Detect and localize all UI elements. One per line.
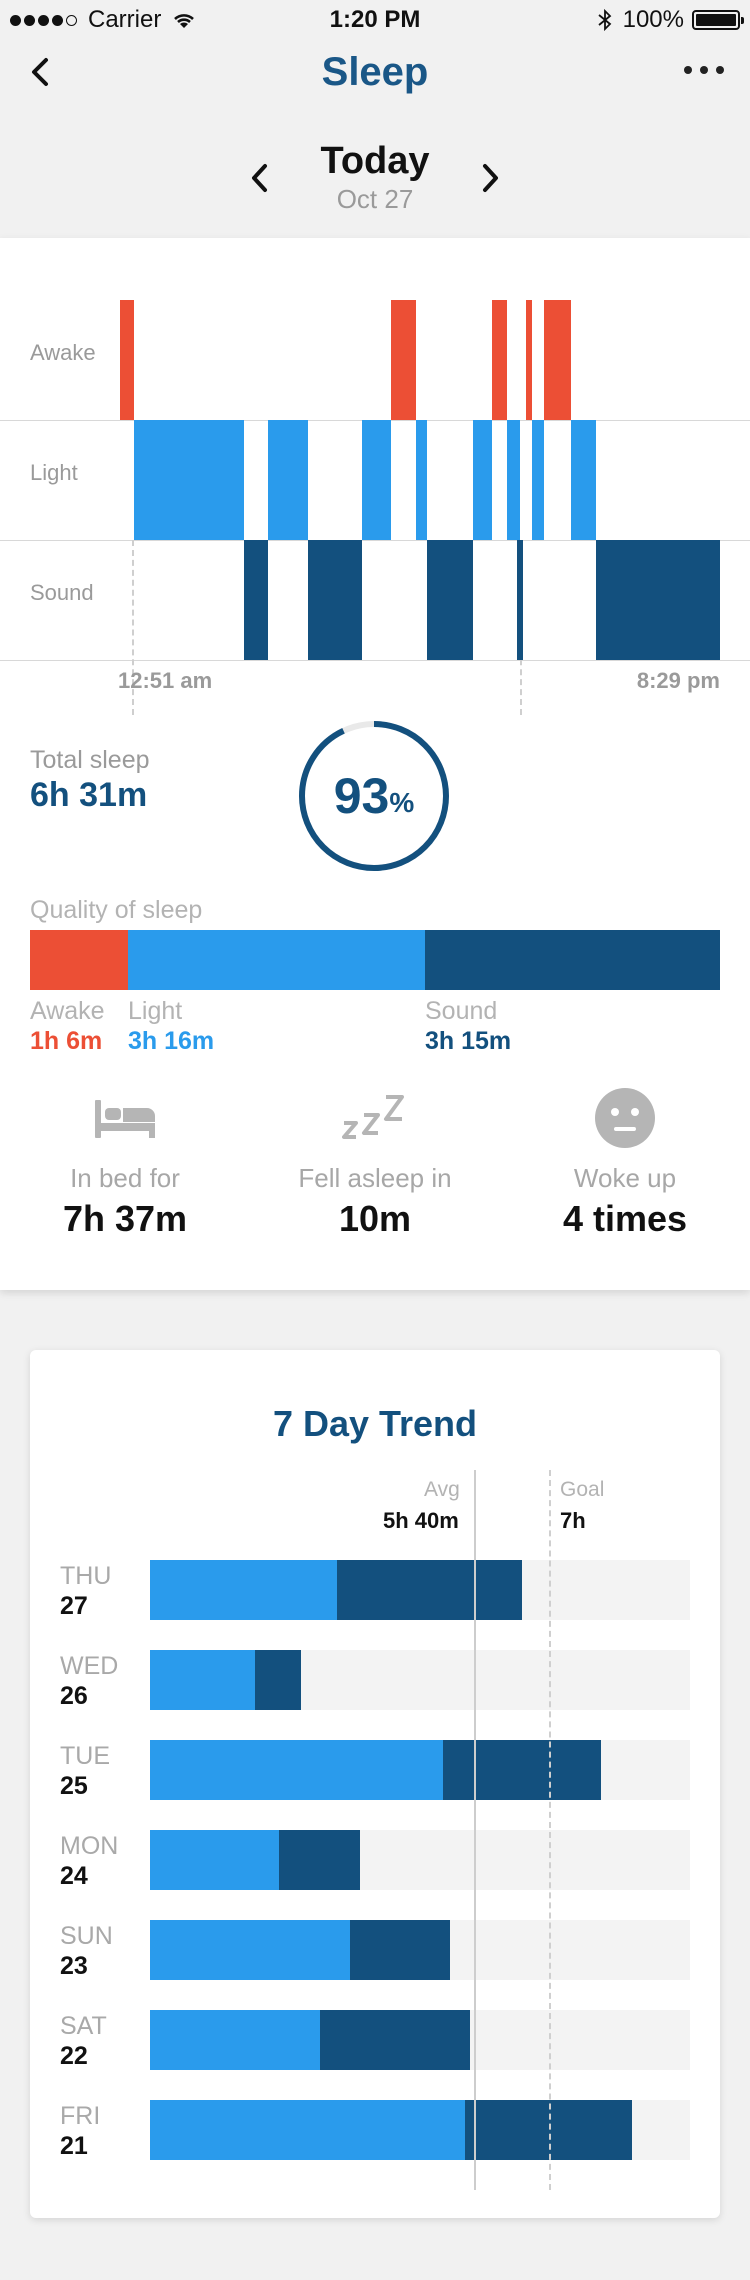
trend-day-number: 22 (60, 2042, 88, 2070)
trend-day-name: THU (60, 1562, 112, 1590)
in-bed-value: 7h 37m (62, 1198, 188, 1239)
light-segment (134, 420, 244, 540)
trend-light-bar (150, 1830, 279, 1890)
current-date: Oct 27 (336, 184, 414, 214)
legend-sound-label: Sound (425, 997, 498, 1025)
total-sleep-label: Total sleep (30, 746, 150, 774)
trend-day-number: 21 (60, 2132, 88, 2160)
trend-light-bar (150, 2100, 465, 2160)
trend-day-number: 23 (60, 1952, 88, 1980)
awake-segment (120, 300, 134, 420)
sleep-score-unit: % (389, 787, 415, 818)
trend-sound-bar (255, 1650, 301, 1710)
legend-light-value: 3h 16m (128, 1027, 215, 1055)
awake-segment (526, 300, 532, 420)
legend-light-label: Light (128, 997, 183, 1025)
light-segment (416, 420, 427, 540)
trend-sound-bar (279, 1830, 360, 1890)
legend-awake-value: 1h 6m (30, 1027, 103, 1055)
date-navigator: Today Oct 27 (0, 140, 750, 230)
page-title: Sleep (321, 50, 429, 94)
level-label-awake: Awake (30, 340, 96, 365)
stat-in-bed: In bed for 7h 37m (0, 1083, 250, 1240)
level-label-light: Light (30, 460, 78, 485)
sleep-start-time: 12:51 am (118, 668, 213, 693)
awake-segment (492, 300, 507, 420)
legend-sound-value: 3h 15m (425, 1027, 512, 1055)
trend-light-bar (150, 1650, 255, 1710)
quality-bar-light (128, 930, 425, 990)
trend-day-name: WED (60, 1652, 119, 1680)
trend-light-bar (150, 1560, 337, 1620)
trend-day-number: 26 (60, 1682, 88, 1710)
trend-day-number: 25 (60, 1772, 88, 1800)
in-bed-label: In bed for (70, 1163, 180, 1193)
fell-asleep-value: 10m (338, 1198, 412, 1239)
bluetooth-icon (598, 8, 611, 32)
sleep-score: 93% (296, 718, 452, 874)
neutral-face-icon (595, 1088, 655, 1148)
next-day-icon[interactable] (475, 158, 505, 198)
battery-icon (692, 10, 744, 30)
current-day-label: Today (320, 140, 430, 182)
trend-light-bar (150, 1920, 350, 1980)
legend-awake-label: Awake (30, 997, 105, 1025)
sound-segment (308, 540, 362, 660)
seven-day-trend-card: 7 Day Trend Avg 5h 40m Goal 7h THU 27 WED 2… (30, 1350, 720, 2218)
goal-label: Goal (560, 1478, 605, 1501)
stat-fell-asleep: Fell asleep in 10m (250, 1083, 500, 1240)
average-line (474, 1470, 476, 2190)
divider-line (0, 660, 750, 661)
sound-segment (596, 540, 720, 660)
total-sleep-value: 6h 31m (30, 776, 148, 814)
trend-day-number: 27 (60, 1592, 88, 1620)
nav-bar: Sleep (0, 40, 750, 110)
quality-bar-sound (425, 930, 720, 990)
status-right: 100% (597, 6, 744, 34)
battery-percent: 100% (622, 6, 684, 33)
sound-segment (517, 540, 523, 660)
trend-day-name: SUN (60, 1922, 113, 1950)
trend-day-name: SAT (60, 2012, 107, 2040)
avg-label: Avg (424, 1478, 460, 1501)
bed-icon (95, 1100, 155, 1138)
level-label-sound: Sound (30, 580, 94, 605)
trend-light-bar (150, 2010, 320, 2070)
goal-value: 7h (560, 1508, 586, 1533)
status-bar: Carrier 1:20 PM 100% (0, 0, 750, 40)
light-segment (571, 420, 596, 540)
light-segment (507, 420, 520, 540)
trend-day-number: 24 (60, 1862, 88, 1890)
sound-segment (244, 540, 268, 660)
trend-sound-bar (350, 1920, 450, 1980)
sound-segment (427, 540, 473, 660)
goal-line (549, 1470, 551, 2190)
trend-sound-bar (320, 2010, 470, 2070)
trend-day-name: MON (60, 1832, 119, 1860)
zzz-icon (342, 1095, 404, 1139)
trend-light-bar (150, 1740, 443, 1800)
awake-segment (391, 300, 416, 420)
stat-woke-up: Woke up 4 times (500, 1083, 750, 1240)
light-segment (268, 420, 308, 540)
more-dots-icon[interactable] (684, 60, 724, 80)
trend-day-name: FRI (60, 2102, 101, 2130)
trend-sound-bar (337, 1560, 522, 1620)
woke-up-value: 4 times (562, 1198, 688, 1239)
fell-asleep-label: Fell asleep in (298, 1163, 452, 1193)
light-segment (532, 420, 544, 540)
quality-label: Quality of sleep (30, 896, 203, 924)
avg-value: 5h 40m (383, 1508, 459, 1533)
sleep-score-value: 93 (333, 768, 390, 824)
trend-sound-bar (443, 1740, 601, 1800)
trend-title: 7 Day Trend (272, 1403, 478, 1444)
woke-up-label: Woke up (573, 1163, 677, 1193)
light-segment (473, 420, 492, 540)
quality-bar-awake (30, 930, 128, 990)
sleep-summary-card: Awake Light Sound 12:51 am 8:29 pm Total… (0, 238, 750, 1290)
trend-day-name: TUE (60, 1742, 110, 1770)
light-segment (362, 420, 391, 540)
awake-segment (544, 300, 571, 420)
sleep-end-time: 8:29 pm (636, 668, 720, 693)
